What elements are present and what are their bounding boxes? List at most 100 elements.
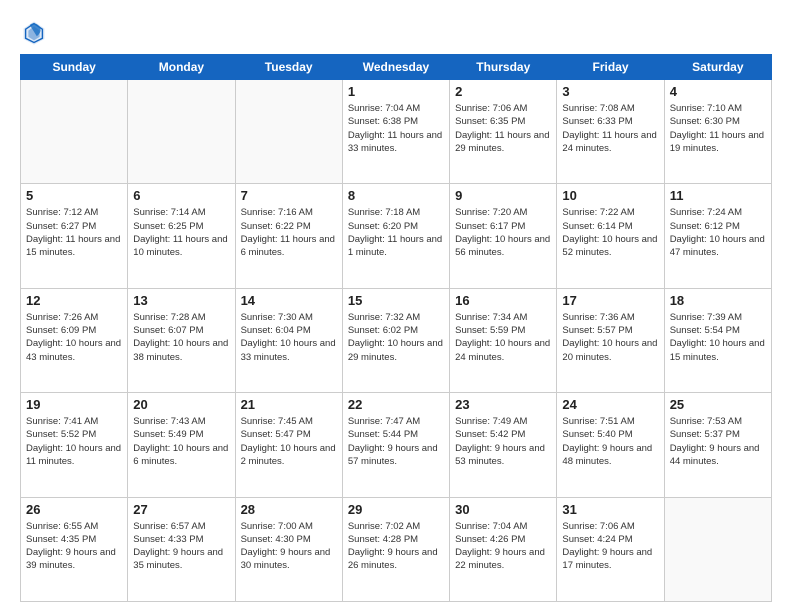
- dow-header-thursday: Thursday: [450, 55, 557, 80]
- calendar-cell: 13 Sunrise: 7:28 AMSunset: 6:07 PMDayligh…: [128, 288, 235, 392]
- calendar-cell: 7 Sunrise: 7:16 AMSunset: 6:22 PMDaylight…: [235, 184, 342, 288]
- calendar-cell: 26 Sunrise: 6:55 AMSunset: 4:35 PMDayligh…: [21, 497, 128, 601]
- day-number: 6: [133, 188, 229, 203]
- day-detail: Sunrise: 7:04 AMSunset: 6:38 PMDaylight:…: [348, 102, 444, 155]
- calendar-cell: 17 Sunrise: 7:36 AMSunset: 5:57 PMDayligh…: [557, 288, 664, 392]
- calendar-cell: 24 Sunrise: 7:51 AMSunset: 5:40 PMDayligh…: [557, 393, 664, 497]
- calendar-cell: 22 Sunrise: 7:47 AMSunset: 5:44 PMDayligh…: [342, 393, 449, 497]
- day-detail: Sunrise: 7:43 AMSunset: 5:49 PMDaylight:…: [133, 415, 229, 468]
- day-detail: Sunrise: 7:26 AMSunset: 6:09 PMDaylight:…: [26, 311, 122, 364]
- day-number: 5: [26, 188, 122, 203]
- day-detail: Sunrise: 7:47 AMSunset: 5:44 PMDaylight:…: [348, 415, 444, 468]
- day-detail: Sunrise: 7:32 AMSunset: 6:02 PMDaylight:…: [348, 311, 444, 364]
- day-number: 4: [670, 84, 766, 99]
- day-number: 25: [670, 397, 766, 412]
- calendar-cell: 28 Sunrise: 7:00 AMSunset: 4:30 PMDayligh…: [235, 497, 342, 601]
- day-detail: Sunrise: 7:06 AMSunset: 4:24 PMDaylight:…: [562, 520, 658, 573]
- logo-icon: [20, 18, 48, 46]
- dow-header-tuesday: Tuesday: [235, 55, 342, 80]
- calendar-cell: 6 Sunrise: 7:14 AMSunset: 6:25 PMDaylight…: [128, 184, 235, 288]
- day-detail: Sunrise: 6:55 AMSunset: 4:35 PMDaylight:…: [26, 520, 122, 573]
- day-number: 20: [133, 397, 229, 412]
- day-detail: Sunrise: 7:36 AMSunset: 5:57 PMDaylight:…: [562, 311, 658, 364]
- page: SundayMondayTuesdayWednesdayThursdayFrid…: [0, 0, 792, 612]
- day-detail: Sunrise: 7:41 AMSunset: 5:52 PMDaylight:…: [26, 415, 122, 468]
- dow-header-friday: Friday: [557, 55, 664, 80]
- day-detail: Sunrise: 7:49 AMSunset: 5:42 PMDaylight:…: [455, 415, 551, 468]
- day-detail: Sunrise: 7:14 AMSunset: 6:25 PMDaylight:…: [133, 206, 229, 259]
- calendar-cell: 19 Sunrise: 7:41 AMSunset: 5:52 PMDayligh…: [21, 393, 128, 497]
- day-number: 26: [26, 502, 122, 517]
- day-detail: Sunrise: 7:22 AMSunset: 6:14 PMDaylight:…: [562, 206, 658, 259]
- day-number: 14: [241, 293, 337, 308]
- day-number: 15: [348, 293, 444, 308]
- day-number: 16: [455, 293, 551, 308]
- dow-header-saturday: Saturday: [664, 55, 771, 80]
- day-number: 17: [562, 293, 658, 308]
- calendar-cell: 11 Sunrise: 7:24 AMSunset: 6:12 PMDayligh…: [664, 184, 771, 288]
- calendar-cell: [128, 80, 235, 184]
- calendar-cell: 3 Sunrise: 7:08 AMSunset: 6:33 PMDaylight…: [557, 80, 664, 184]
- calendar-table: SundayMondayTuesdayWednesdayThursdayFrid…: [20, 54, 772, 602]
- calendar-cell: [235, 80, 342, 184]
- calendar-cell: 10Sunrise: 7:22 AMSunset: 6:14 PMDayligh…: [557, 184, 664, 288]
- day-detail: Sunrise: 7:20 AMSunset: 6:17 PMDaylight:…: [455, 206, 551, 259]
- day-detail: Sunrise: 7:24 AMSunset: 6:12 PMDaylight:…: [670, 206, 766, 259]
- day-detail: Sunrise: 7:53 AMSunset: 5:37 PMDaylight:…: [670, 415, 766, 468]
- day-detail: Sunrise: 7:06 AMSunset: 6:35 PMDaylight:…: [455, 102, 551, 155]
- day-number: 13: [133, 293, 229, 308]
- day-number: 7: [241, 188, 337, 203]
- calendar-cell: 29 Sunrise: 7:02 AMSunset: 4:28 PMDayligh…: [342, 497, 449, 601]
- day-number: 11: [670, 188, 766, 203]
- day-number: 21: [241, 397, 337, 412]
- calendar-cell: 16 Sunrise: 7:34 AMSunset: 5:59 PMDayligh…: [450, 288, 557, 392]
- calendar-cell: 1Sunrise: 7:04 AMSunset: 6:38 PMDaylight…: [342, 80, 449, 184]
- day-number: 29: [348, 502, 444, 517]
- calendar-cell: [21, 80, 128, 184]
- day-detail: Sunrise: 7:10 AMSunset: 6:30 PMDaylight:…: [670, 102, 766, 155]
- calendar-cell: [664, 497, 771, 601]
- day-detail: Sunrise: 7:18 AMSunset: 6:20 PMDaylight:…: [348, 206, 444, 259]
- calendar-cell: 8Sunrise: 7:18 AMSunset: 6:20 PMDaylight…: [342, 184, 449, 288]
- day-number: 3: [562, 84, 658, 99]
- calendar-cell: 4 Sunrise: 7:10 AMSunset: 6:30 PMDaylight…: [664, 80, 771, 184]
- day-number: 2: [455, 84, 551, 99]
- day-detail: Sunrise: 7:16 AMSunset: 6:22 PMDaylight:…: [241, 206, 337, 259]
- calendar-cell: 30 Sunrise: 7:04 AMSunset: 4:26 PMDayligh…: [450, 497, 557, 601]
- day-detail: Sunrise: 7:12 AMSunset: 6:27 PMDaylight:…: [26, 206, 122, 259]
- day-number: 22: [348, 397, 444, 412]
- calendar-cell: 23 Sunrise: 7:49 AMSunset: 5:42 PMDayligh…: [450, 393, 557, 497]
- day-number: 31: [562, 502, 658, 517]
- calendar-cell: 31 Sunrise: 7:06 AMSunset: 4:24 PMDayligh…: [557, 497, 664, 601]
- day-number: 23: [455, 397, 551, 412]
- day-number: 18: [670, 293, 766, 308]
- calendar-cell: 12 Sunrise: 7:26 AMSunset: 6:09 PMDayligh…: [21, 288, 128, 392]
- day-detail: Sunrise: 7:02 AMSunset: 4:28 PMDaylight:…: [348, 520, 444, 573]
- day-detail: Sunrise: 7:04 AMSunset: 4:26 PMDaylight:…: [455, 520, 551, 573]
- day-number: 27: [133, 502, 229, 517]
- day-detail: Sunrise: 7:00 AMSunset: 4:30 PMDaylight:…: [241, 520, 337, 573]
- calendar-cell: 27 Sunrise: 6:57 AMSunset: 4:33 PMDayligh…: [128, 497, 235, 601]
- day-number: 12: [26, 293, 122, 308]
- day-detail: Sunrise: 7:30 AMSunset: 6:04 PMDaylight:…: [241, 311, 337, 364]
- day-number: 9: [455, 188, 551, 203]
- day-detail: Sunrise: 7:39 AMSunset: 5:54 PMDaylight:…: [670, 311, 766, 364]
- calendar-cell: 5 Sunrise: 7:12 AMSunset: 6:27 PMDaylight…: [21, 184, 128, 288]
- day-detail: Sunrise: 7:28 AMSunset: 6:07 PMDaylight:…: [133, 311, 229, 364]
- day-number: 30: [455, 502, 551, 517]
- day-detail: Sunrise: 7:45 AMSunset: 5:47 PMDaylight:…: [241, 415, 337, 468]
- day-number: 28: [241, 502, 337, 517]
- day-number: 19: [26, 397, 122, 412]
- day-detail: Sunrise: 7:34 AMSunset: 5:59 PMDaylight:…: [455, 311, 551, 364]
- day-number: 24: [562, 397, 658, 412]
- calendar-cell: 15 Sunrise: 7:32 AMSunset: 6:02 PMDayligh…: [342, 288, 449, 392]
- calendar-cell: 25 Sunrise: 7:53 AMSunset: 5:37 PMDayligh…: [664, 393, 771, 497]
- day-detail: Sunrise: 6:57 AMSunset: 4:33 PMDaylight:…: [133, 520, 229, 573]
- day-detail: Sunrise: 7:08 AMSunset: 6:33 PMDaylight:…: [562, 102, 658, 155]
- day-detail: Sunrise: 7:51 AMSunset: 5:40 PMDaylight:…: [562, 415, 658, 468]
- dow-header-wednesday: Wednesday: [342, 55, 449, 80]
- header: [20, 18, 772, 46]
- calendar-cell: 21 Sunrise: 7:45 AMSunset: 5:47 PMDayligh…: [235, 393, 342, 497]
- dow-header-monday: Monday: [128, 55, 235, 80]
- calendar-cell: 20 Sunrise: 7:43 AMSunset: 5:49 PMDayligh…: [128, 393, 235, 497]
